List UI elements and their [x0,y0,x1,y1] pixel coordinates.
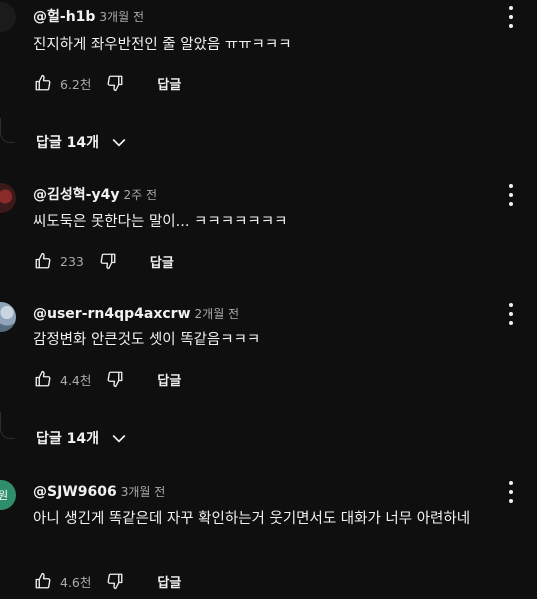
more-vert-icon-dot [509,193,513,197]
replies-toggle-button[interactable]: 답글 14개 [36,426,129,450]
more-vert-icon [509,481,513,485]
thumbs-up-icon [35,74,51,91]
comment-thread: @헐-h1b 3개월 전 진지하게 좌우반전인 줄 알았음 ㅠㅠㅋㅋㅋ 6.2천 … [0,0,537,160]
comment-text: 씨도둑은 못한다는 말이... ㅋㅋㅋㅋㅋㅋㅋ [33,214,288,230]
comment-actions: 4.4천 답글 [33,367,181,391]
like-count: 6.2천 [60,76,92,92]
dislike-button[interactable] [105,73,125,93]
more-vert-icon-dot [509,15,513,19]
comment-actions: 4.6천 답글 [33,569,181,593]
avatar[interactable]: 원 [0,480,16,510]
author-name[interactable]: @김성혁-y4y [33,187,119,203]
more-options-button[interactable] [505,184,517,206]
more-vert-icon-dot [509,321,513,325]
dislike-button[interactable] [98,251,118,271]
avatar[interactable] [0,183,16,213]
like-button[interactable] [33,571,53,591]
replies-toggle-button[interactable]: 답글 14개 [36,130,129,154]
thumbs-down-icon [107,75,123,92]
thumbs-down-icon [107,573,123,590]
avatar-initial: 원 [0,489,9,502]
more-vert-icon [509,6,513,10]
reply-button[interactable]: 답글 [150,252,174,271]
replies-count: 답글 14개 [36,431,99,447]
avatar[interactable] [0,2,16,32]
thumbs-down-icon [100,253,116,270]
reply-button[interactable]: 답글 [157,74,181,93]
comment-time[interactable]: 3개월 전 [99,10,144,24]
comment-time[interactable]: 2주 전 [123,188,157,202]
comment-text: 아니 생긴게 똑같은데 자꾸 확인하는거 웃기면서도 대화가 너무 아련하네 [33,511,471,527]
more-vert-icon-dot [509,202,513,206]
replies-count: 답글 14개 [36,135,99,151]
reply-button[interactable]: 답글 [157,572,181,591]
thumbs-down-icon [107,371,123,388]
author-name[interactable]: @user-rn4qp4axcrw [33,306,191,322]
avatar[interactable] [0,302,16,332]
like-button[interactable] [33,369,53,389]
chevron-down-icon [112,434,126,443]
comment-thread: @user-rn4qp4axcrw 2개월 전 감정변화 안큰것도 셋이 똑같음ㅋ… [0,298,537,458]
more-options-button[interactable] [505,481,517,503]
reply-button[interactable]: 답글 [157,370,181,389]
comment-actions: 6.2천 답글 [33,71,181,95]
like-count: 233 [60,253,84,269]
comment-text: 진지하게 좌우반전인 줄 알았음 ㅠㅠㅋㅋㅋ [33,37,292,53]
comment-time[interactable]: 3개월 전 [121,485,166,499]
more-vert-icon-dot [509,499,513,503]
comment-text: 감정변화 안큰것도 셋이 똑같음ㅋㅋㅋ [33,332,261,348]
more-options-button[interactable] [505,6,517,28]
comment-header: @김성혁-y4y 2주 전 [33,184,157,204]
more-vert-icon-dot [509,24,513,28]
more-vert-icon [509,184,513,188]
more-options-button[interactable] [505,303,517,325]
thread-line [0,412,15,439]
comment-header: @SJW9606 3개월 전 [33,481,165,501]
like-button[interactable] [33,73,53,93]
like-button[interactable] [33,251,53,271]
thumbs-up-icon [35,370,51,387]
comment-actions: 233 답글 [33,249,174,273]
more-vert-icon-dot [509,490,513,494]
comment-thread: @김성혁-y4y 2주 전 씨도둑은 못한다는 말이... ㅋㅋㅋㅋㅋㅋㅋ 233… [0,180,537,290]
more-vert-icon-dot [509,312,513,316]
dislike-button[interactable] [105,571,125,591]
thread-line [0,118,15,143]
like-count: 4.6천 [60,574,92,590]
thumbs-up-icon [35,572,51,589]
comment-header: @헐-h1b 3개월 전 [33,6,144,26]
like-count: 4.4천 [60,372,92,388]
author-name[interactable]: @SJW9606 [33,484,117,500]
author-name[interactable]: @헐-h1b [33,9,95,25]
more-vert-icon [509,303,513,307]
thumbs-up-icon [35,252,51,269]
comment-thread: 원 @SJW9606 3개월 전 아니 생긴게 똑같은데 자꾸 확인하는거 웃기면… [0,476,537,599]
dislike-button[interactable] [105,369,125,389]
comment-time[interactable]: 2개월 전 [195,307,240,321]
comment-header: @user-rn4qp4axcrw 2개월 전 [33,303,239,323]
chevron-down-icon [112,138,126,147]
